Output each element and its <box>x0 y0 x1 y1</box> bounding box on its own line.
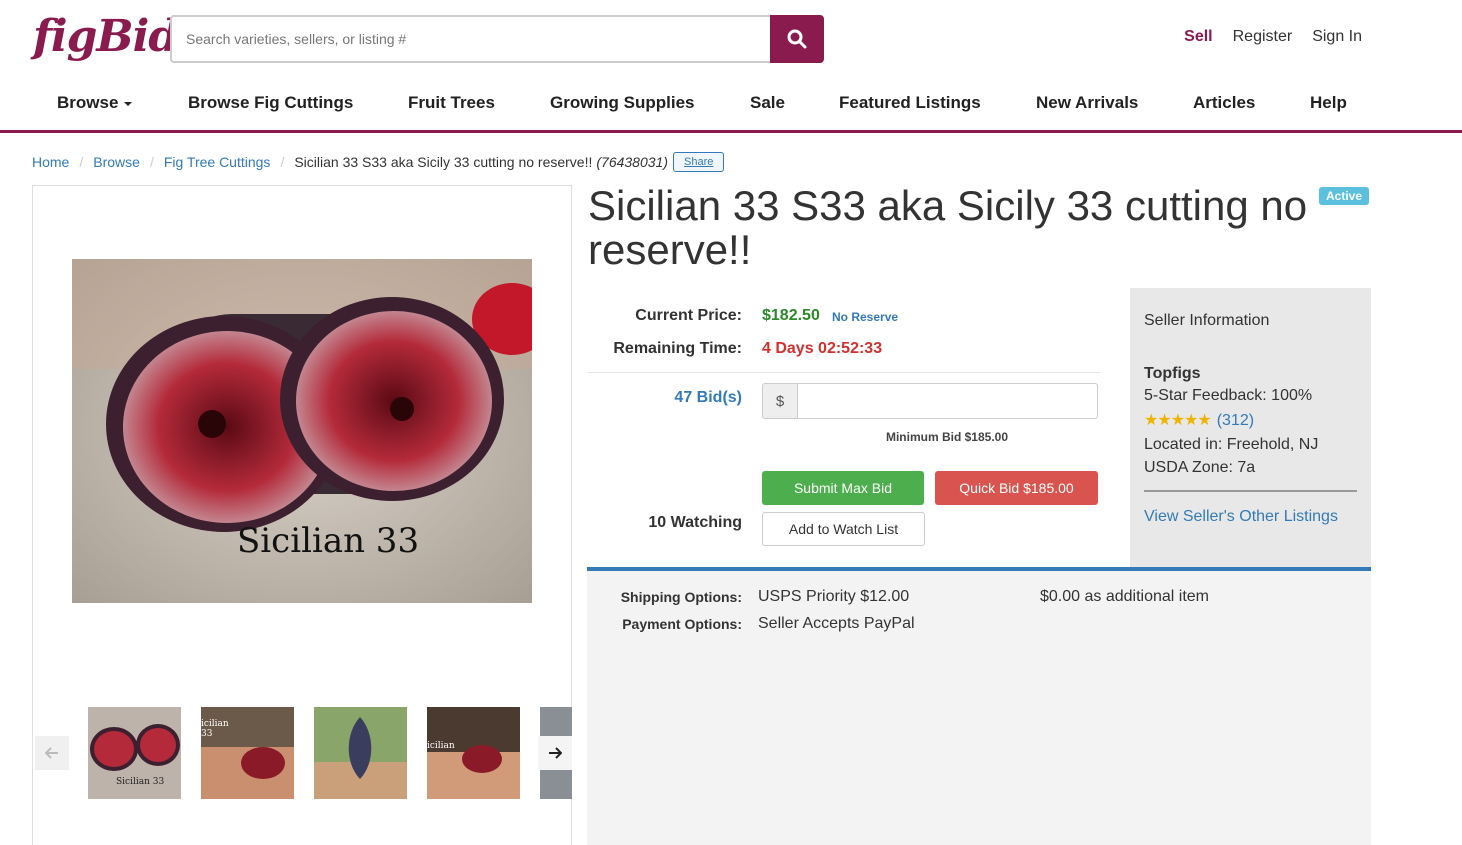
thumbnail-2[interactable]: icilian 33 <box>201 707 294 799</box>
seller-info-heading: Seller Information <box>1144 312 1270 329</box>
arrow-right-icon <box>549 747 562 759</box>
bid-divider <box>588 372 1100 373</box>
watching-count: 10 Watching <box>648 514 742 531</box>
thumbnail-4-caption: icilian <box>427 741 455 751</box>
image-gallery: Sicilian 33 Sicilian 33 icilian 33 icili… <box>32 185 572 845</box>
seller-location: Located in: Freehold, NJ <box>1144 436 1319 453</box>
breadcrumb-home[interactable]: Home <box>32 154 69 170</box>
sell-link[interactable]: Sell <box>1184 28 1212 46</box>
breadcrumb-separator: / <box>79 154 84 170</box>
search-icon <box>787 29 807 49</box>
bid-amount-input[interactable] <box>797 383 1098 419</box>
thumbnail-2-caption: icilian 33 <box>201 719 229 739</box>
seller-name[interactable]: Topfigs <box>1144 365 1201 383</box>
additional-item-shipping: $0.00 as additional item <box>1040 588 1209 605</box>
submit-max-bid-button[interactable]: Submit Max Bid <box>762 471 924 505</box>
thumbnail-4[interactable]: icilian <box>427 707 520 799</box>
share-button[interactable]: Share <box>673 152 725 172</box>
main-nav: Browse Browse Fig Cuttings Fruit Trees G… <box>0 80 1462 133</box>
figbid-logo[interactable]: figBid <box>33 11 179 62</box>
seller-info-panel: Seller Information Topfigs 5-Star Feedba… <box>1130 288 1371 568</box>
seller-usda-zone: USDA Zone: 7a <box>1144 459 1256 476</box>
shipping-options-label: Shipping Options: <box>620 589 742 605</box>
shipping-options-value: USPS Priority $12.00 <box>758 588 910 605</box>
shipping-payment-panel: Shipping Options: USPS Priority $12.00 $… <box>587 567 1371 845</box>
seller-feedback: 5-Star Feedback: 100% <box>1144 387 1313 404</box>
nav-browse-fig-cuttings[interactable]: Browse Fig Cuttings <box>188 93 353 113</box>
nav-browse-label: Browse <box>57 93 119 112</box>
search-button[interactable] <box>770 15 824 63</box>
payment-options-value: Seller Accepts PayPal <box>758 615 915 632</box>
nav-browse[interactable]: Browse <box>57 93 133 113</box>
nav-articles[interactable]: Articles <box>1193 93 1255 113</box>
thumbnail-1[interactable]: Sicilian 33 <box>88 707 181 799</box>
quick-bid-button[interactable]: Quick Bid $185.00 <box>935 471 1098 505</box>
nav-featured-listings[interactable]: Featured Listings <box>839 93 981 113</box>
star-icon: ★ <box>1197 412 1211 429</box>
nav-help[interactable]: Help <box>1310 93 1347 113</box>
breadcrumb: Home / Browse / Fig Tree Cuttings / Sici… <box>32 152 725 172</box>
prev-image-button[interactable] <box>35 736 69 770</box>
listing-id: (76438031) <box>596 154 668 170</box>
bid-history-link[interactable]: 47 Bid(s) <box>674 389 742 407</box>
star-icon: ★ <box>1144 412 1158 429</box>
seller-rating[interactable]: ★ ★ ★ ★ ★ (312) <box>1144 412 1254 430</box>
bid-amount-group: $ <box>762 383 1098 419</box>
remaining-time: 4 Days 02:52:33 <box>762 340 883 357</box>
breadcrumb-fig-tree-cuttings[interactable]: Fig Tree Cuttings <box>164 154 271 170</box>
image-caption: Sicilian 33 <box>237 521 420 561</box>
next-image-button[interactable] <box>538 736 572 770</box>
no-reserve-badge: No Reserve <box>832 310 899 324</box>
thumbnail-3[interactable] <box>314 707 407 799</box>
star-icon: ★ <box>1157 412 1171 429</box>
nav-growing-supplies[interactable]: Growing Supplies <box>550 93 695 113</box>
arrow-left-icon <box>45 747 58 759</box>
nav-new-arrivals[interactable]: New Arrivals <box>1036 93 1138 113</box>
star-icon: ★ <box>1170 412 1185 429</box>
breadcrumb-separator: / <box>149 154 154 170</box>
main-product-image[interactable]: Sicilian 33 <box>72 259 532 603</box>
star-icon: ★ <box>1184 412 1198 429</box>
currency-symbol: $ <box>762 383 797 419</box>
breadcrumb-browse[interactable]: Browse <box>93 154 140 170</box>
register-link[interactable]: Register <box>1233 28 1293 46</box>
caret-down-icon <box>124 101 133 106</box>
seller-divider <box>1144 490 1357 492</box>
sign-in-link[interactable]: Sign In <box>1312 28 1362 46</box>
current-price: $182.50 <box>762 307 820 324</box>
account-links: Sell Register Sign In <box>1184 28 1362 46</box>
thumbnail-1-caption: Sicilian 33 <box>116 777 165 787</box>
search-bar <box>170 15 824 63</box>
nav-fruit-trees[interactable]: Fruit Trees <box>408 93 495 113</box>
payment-options-label: Payment Options: <box>622 616 742 632</box>
add-to-watch-list-button[interactable]: Add to Watch List <box>762 512 925 546</box>
listing-title: Sicilian 33 S33 aka Sicily 33 cutting no… <box>588 182 1308 273</box>
status-badge: Active <box>1319 187 1370 205</box>
breadcrumb-current: Sicilian 33 S33 aka Sicily 33 cutting no… <box>294 154 593 170</box>
remaining-time-label: Remaining Time: <box>613 340 742 357</box>
minimum-bid-note: Minimum Bid $185.00 <box>885 430 1009 444</box>
seller-other-listings-link[interactable]: View Seller's Other Listings <box>1144 508 1338 526</box>
current-price-label: Current Price: <box>635 307 742 324</box>
breadcrumb-separator: / <box>280 154 285 170</box>
nav-sale[interactable]: Sale <box>750 93 785 113</box>
rating-count[interactable]: (312) <box>1217 412 1254 430</box>
search-input[interactable] <box>170 15 770 63</box>
